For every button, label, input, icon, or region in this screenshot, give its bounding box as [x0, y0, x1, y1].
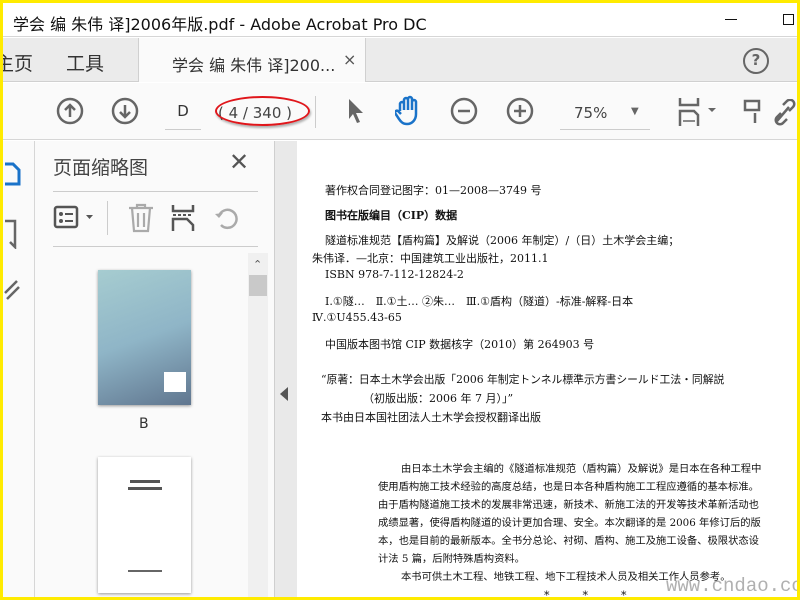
hand-tool-icon[interactable]: [395, 95, 425, 127]
panel-title: 页面缩略图: [53, 157, 149, 179]
close-panel-icon[interactable]: ✕: [229, 148, 249, 176]
tab-bar: 主页 工具 学会 编 朱伟 译]200... × ?: [3, 38, 797, 82]
doc-line: Ⅳ.①U455.43-65: [312, 311, 402, 324]
toolbar: D ( 4 / 340 ) 75% ▼: [3, 83, 797, 140]
document-page: 著作权合同登记图字：01—2008—3749 号 图书在版编目（CIP）数据 隧…: [297, 141, 797, 597]
doc-para-line: 计法 5 篇，后附特殊盾构资料。: [378, 553, 525, 565]
tab-tools[interactable]: 工具: [66, 49, 104, 76]
barcode-image: [164, 372, 186, 392]
doc-line: 中国版本图书馆 CIP 数据核字（2010）第 264903 号: [325, 338, 595, 351]
left-navigation-rail: [3, 141, 35, 597]
doc-para-line: 成绩显著，使得盾构隧道的设计更加合理、安全。本次翻译的是 2006 年修订后的版: [378, 517, 761, 529]
thumbnails-panel: 页面缩略图 ✕ B ⌃: [35, 141, 275, 597]
annotation-ellipse: [215, 96, 310, 126]
doc-line: ISBN 978-7-112-12824-2: [325, 268, 464, 281]
doc-line: 朱伟译．—北京：中国建筑工业出版社，2011.1: [312, 252, 549, 265]
acrobat-window: 学会 编 朱伟 译]2006年版.pdf - Adobe Acrobat Pro…: [3, 3, 797, 597]
previous-page-icon[interactable]: [56, 97, 84, 125]
thumbnail-page[interactable]: [98, 457, 191, 593]
help-icon[interactable]: ?: [743, 48, 769, 74]
thumbnail-options-icon[interactable]: [53, 205, 97, 231]
page-thumbnails-icon[interactable]: [3, 161, 23, 191]
thumbnail-label: B: [139, 416, 149, 432]
doc-para-line: 本，也是目前的最新版本。全书分总论、衬砌、盾构、施工及施工设备、极限状态设: [378, 535, 759, 547]
panel-collapse-gutter: [275, 141, 297, 597]
maximize-button[interactable]: [783, 14, 794, 25]
attachments-icon[interactable]: [3, 273, 21, 303]
panel-divider: [53, 191, 258, 192]
scroll-up-icon[interactable]: ⌃: [253, 258, 262, 271]
select-cursor-icon[interactable]: [346, 97, 366, 127]
doc-line: （初版出版：2006 年 7 月）」”: [363, 392, 514, 405]
insert-page-icon[interactable]: [171, 203, 195, 233]
page-number-input[interactable]: D: [165, 98, 201, 130]
bookmarks-icon[interactable]: [3, 219, 17, 249]
doc-para-line: 由于盾构隧道施工技术的发展非常迅速，新技术、新施工法的开发等技术革新活动也: [378, 499, 759, 511]
tab-home[interactable]: 主页: [3, 49, 33, 76]
fit-page-icon[interactable]: [678, 96, 718, 128]
toolbar-divider: [315, 96, 316, 128]
tab-document-label: 学会 编 朱伟 译]200...: [172, 56, 336, 75]
doc-line: Ⅰ.①隧… Ⅱ.①土… ②朱… Ⅲ.①盾构（隧道）-标准-解释-日本: [325, 295, 634, 308]
zoom-value: 75%: [574, 104, 608, 122]
doc-line: 图书在版编目（CIP）数据: [325, 209, 458, 222]
tab-document[interactable]: 学会 编 朱伟 译]200... ×: [138, 38, 366, 82]
collapse-panel-icon[interactable]: [280, 387, 288, 401]
doc-line: 本书由日本国社团法人土木学会授权翻译出版: [321, 411, 541, 424]
site-watermark: www.cndao.com: [666, 575, 797, 597]
panel-divider: [53, 246, 258, 247]
comment-tool-icon[interactable]: [743, 99, 761, 127]
chevron-down-icon: ▼: [631, 106, 639, 117]
zoom-in-icon[interactable]: [506, 97, 534, 125]
thumbnail-page[interactable]: [98, 270, 191, 405]
minimize-button[interactable]: [725, 19, 737, 20]
thumbnail-scrollbar[interactable]: ⌃: [248, 253, 268, 597]
link-icon[interactable]: [773, 99, 797, 127]
scrollbar-thumb[interactable]: [249, 275, 267, 296]
zoom-select[interactable]: 75% ▼: [560, 98, 650, 130]
rotate-icon[interactable]: [213, 205, 241, 231]
doc-stars: * * *: [544, 589, 627, 597]
doc-line: 隧道标准规范【盾构篇】及解说（2006 年制定）/（日）土木学会主编；: [325, 234, 680, 247]
doc-para-line: 使用盾构施工技术经验的高度总结，也是日本各种盾构施工工程应遵循的基本标准。: [378, 481, 759, 493]
next-page-icon[interactable]: [111, 97, 139, 125]
zoom-out-icon[interactable]: [450, 97, 478, 125]
doc-line: “原著：日本土木学会出版「2006 年制定トンネル標準示方書シールド工法・同解説: [321, 373, 725, 386]
panel-toolbar-divider: [107, 201, 108, 235]
close-tab-icon[interactable]: ×: [343, 50, 356, 69]
title-bar: 学会 编 朱伟 译]2006年版.pdf - Adobe Acrobat Pro…: [3, 3, 797, 37]
window-title: 学会 编 朱伟 译]2006年版.pdf - Adobe Acrobat Pro…: [13, 15, 427, 34]
doc-para-line: 由日本土木学会主编的《隧道标准规范（盾构篇）及解说》是日本在各种工程中: [401, 463, 762, 475]
delete-page-icon[interactable]: [127, 203, 155, 233]
doc-line: 著作权合同登记图字：01—2008—3749 号: [325, 184, 542, 197]
